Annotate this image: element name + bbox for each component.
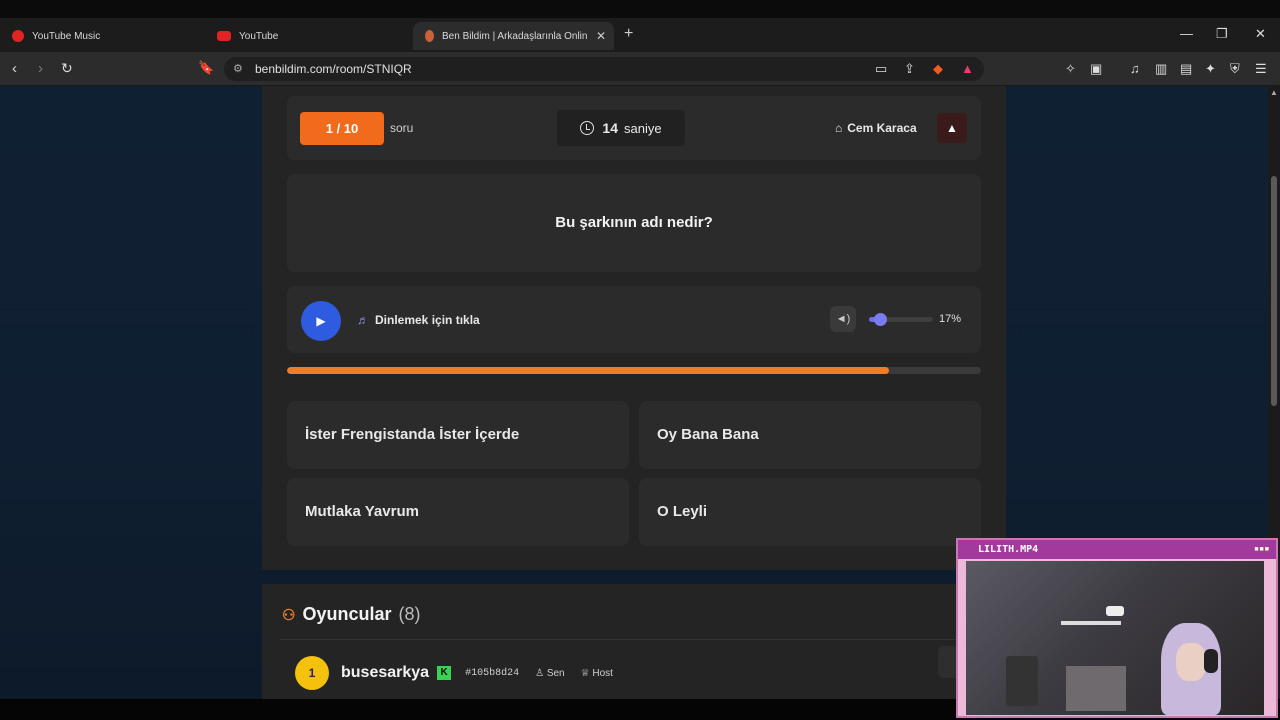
answer-option-2[interactable]: Oy Bana Bana xyxy=(639,401,981,469)
reload-icon[interactable]: ↻ xyxy=(61,60,73,77)
time-progress-fill xyxy=(287,367,889,374)
extensions-icon[interactable]: ✧ xyxy=(1065,61,1076,77)
back-icon[interactable]: ‹ xyxy=(12,60,17,77)
screenshot-icon[interactable]: ▣ xyxy=(1090,61,1102,77)
time-progress-bar xyxy=(287,367,981,374)
restore-icon[interactable]: ❐ xyxy=(1216,26,1228,42)
listen-hint: ♬ Dinlemek için tıkla xyxy=(357,313,480,327)
sidebar-icon[interactable]: ▥ xyxy=(1155,61,1167,77)
volume-slider[interactable] xyxy=(869,313,933,326)
author-tag: ⌂ Cem Karaca xyxy=(835,121,917,135)
tab-label: Ben Bildim | Arkadaşlarınla Onlin xyxy=(442,30,588,42)
answer-option-4[interactable]: O Leyli xyxy=(639,478,981,546)
player-id: #105b8d24 xyxy=(465,667,520,679)
players-count: (8) xyxy=(398,604,421,624)
lamp-shape xyxy=(1106,606,1124,616)
rank-badge: 1 xyxy=(295,656,329,690)
close-window-icon[interactable]: ✕ xyxy=(1255,26,1266,42)
cup-shape xyxy=(1006,656,1038,706)
players-heading: ⚇ Oyuncular (8) xyxy=(282,604,420,625)
share-icon[interactable]: ⇪ xyxy=(904,61,915,77)
listen-label: Dinlemek için tıkla xyxy=(375,313,480,327)
host-label: Host xyxy=(592,667,613,679)
coffee-machine-shape xyxy=(1066,666,1126,711)
headset-shape xyxy=(1204,649,1218,673)
shelf-shape xyxy=(1061,621,1121,625)
play-button[interactable]: ▶ xyxy=(301,301,341,341)
music-note-icon: ♬ xyxy=(357,313,369,327)
url-text: benbildim.com/room/STNIQR xyxy=(255,62,412,76)
webcam-title: LILITH.MP4 xyxy=(958,540,1276,559)
timer-value: 14 xyxy=(602,120,618,136)
webcam-video xyxy=(966,561,1264,715)
window-dots-icon: ■■■ xyxy=(1254,546,1270,553)
warning-icon: ▲ xyxy=(946,121,958,135)
game-card: 1 / 10 soru 14 saniye ⌂ Cem Karaca ▲ Bu … xyxy=(262,86,1006,570)
you-tag: ♙ Sen xyxy=(535,668,565,679)
host-tag: ♕ Host xyxy=(581,668,613,679)
youtube-music-icon xyxy=(12,30,24,42)
users-icon: ⚇ xyxy=(282,606,296,624)
author-name: Cem Karaca xyxy=(847,121,917,135)
wallet-icon[interactable]: ▤ xyxy=(1180,61,1192,77)
answer-option-3[interactable]: Mutlaka Yavrum xyxy=(287,478,629,546)
speaker-icon: ◄) xyxy=(835,313,851,325)
brave-rewards-icon[interactable]: ▲ xyxy=(961,61,974,76)
volume-percent: 17% xyxy=(939,313,962,325)
report-button[interactable]: ▲ xyxy=(937,113,967,143)
vpn-icon[interactable]: ⛨ xyxy=(1230,61,1240,77)
kick-platform-icon: K xyxy=(437,666,452,680)
tab-bar: YouTube Music YouTube Ben Bildim | Arkad… xyxy=(0,18,1280,52)
forward-icon[interactable]: › xyxy=(38,60,43,77)
webcam-overlay: LILITH.MP4 ■■■ xyxy=(956,538,1278,718)
benbildim-favicon xyxy=(425,30,434,42)
tag-icon: ⌂ xyxy=(835,121,843,135)
player-row: 1 busesarkya K #105b8d24 ♙ Sen ♕ Host xyxy=(295,656,613,690)
timer: 14 saniye xyxy=(557,110,685,146)
tab-youtube[interactable]: YouTube xyxy=(205,22,410,50)
question-counter: 1 / 10 xyxy=(300,112,384,145)
crown-icon: ♕ xyxy=(580,667,593,679)
question-text: Bu şarkının adı nedir? xyxy=(287,174,981,272)
url-field[interactable]: ⚙ benbildim.com/room/STNIQR xyxy=(224,57,984,81)
new-tab-icon[interactable]: + xyxy=(624,25,633,43)
divider xyxy=(280,639,988,640)
tab-label: YouTube Music xyxy=(32,30,101,42)
volume-knob[interactable] xyxy=(873,313,887,326)
user-icon: ♙ xyxy=(535,667,547,679)
player-name: busesarkya xyxy=(341,664,430,681)
streamer-face xyxy=(1176,643,1206,681)
tab-youtube-music[interactable]: YouTube Music xyxy=(0,22,205,50)
address-bar-row: ‹ › ↻ 🔖 ⚙ benbildim.com/room/STNIQR ▭ ⇪ … xyxy=(0,52,1280,86)
volume-button[interactable]: ◄) xyxy=(830,306,856,332)
clock-icon xyxy=(580,121,595,135)
site-info-icon[interactable]: ⚙ xyxy=(233,57,243,81)
bookmark-icon[interactable]: 🔖 xyxy=(198,60,214,76)
question-header: 1 / 10 soru 14 saniye ⌂ Cem Karaca ▲ xyxy=(287,96,981,160)
youtube-icon xyxy=(217,31,231,41)
media-icon[interactable]: ♫ xyxy=(1130,61,1140,76)
audio-player: ▶ ♬ Dinlemek için tıkla ◄) 17% xyxy=(287,286,981,353)
leo-ai-icon[interactable]: ✦ xyxy=(1205,61,1216,77)
scroll-up-icon[interactable]: ▲ xyxy=(1270,88,1278,97)
play-icon: ▶ xyxy=(316,314,326,328)
minimize-icon[interactable]: — xyxy=(1180,26,1193,41)
cast-icon[interactable]: ▭ xyxy=(875,61,887,77)
timer-unit: saniye xyxy=(624,120,662,136)
scrollbar-thumb[interactable] xyxy=(1271,176,1277,406)
close-tab-icon[interactable]: ✕ xyxy=(596,29,606,43)
players-title: Oyuncular xyxy=(302,604,392,624)
os-top-strip xyxy=(0,0,1280,18)
tab-label: YouTube xyxy=(239,30,279,42)
brave-shield-icon[interactable]: ◆ xyxy=(933,61,943,77)
menu-icon[interactable]: ☰ xyxy=(1255,61,1267,77)
tab-benbildim[interactable]: Ben Bildim | Arkadaşlarınla Onlin ✕ xyxy=(413,22,614,50)
players-card: ⚇ Oyuncular (8) 1 busesarkya K #105b8d24… xyxy=(262,584,1006,699)
counter-suffix: soru xyxy=(390,121,414,135)
answer-option-1[interactable]: İster Frengistanda İster İçerde xyxy=(287,401,629,469)
you-label: Sen xyxy=(546,667,565,679)
